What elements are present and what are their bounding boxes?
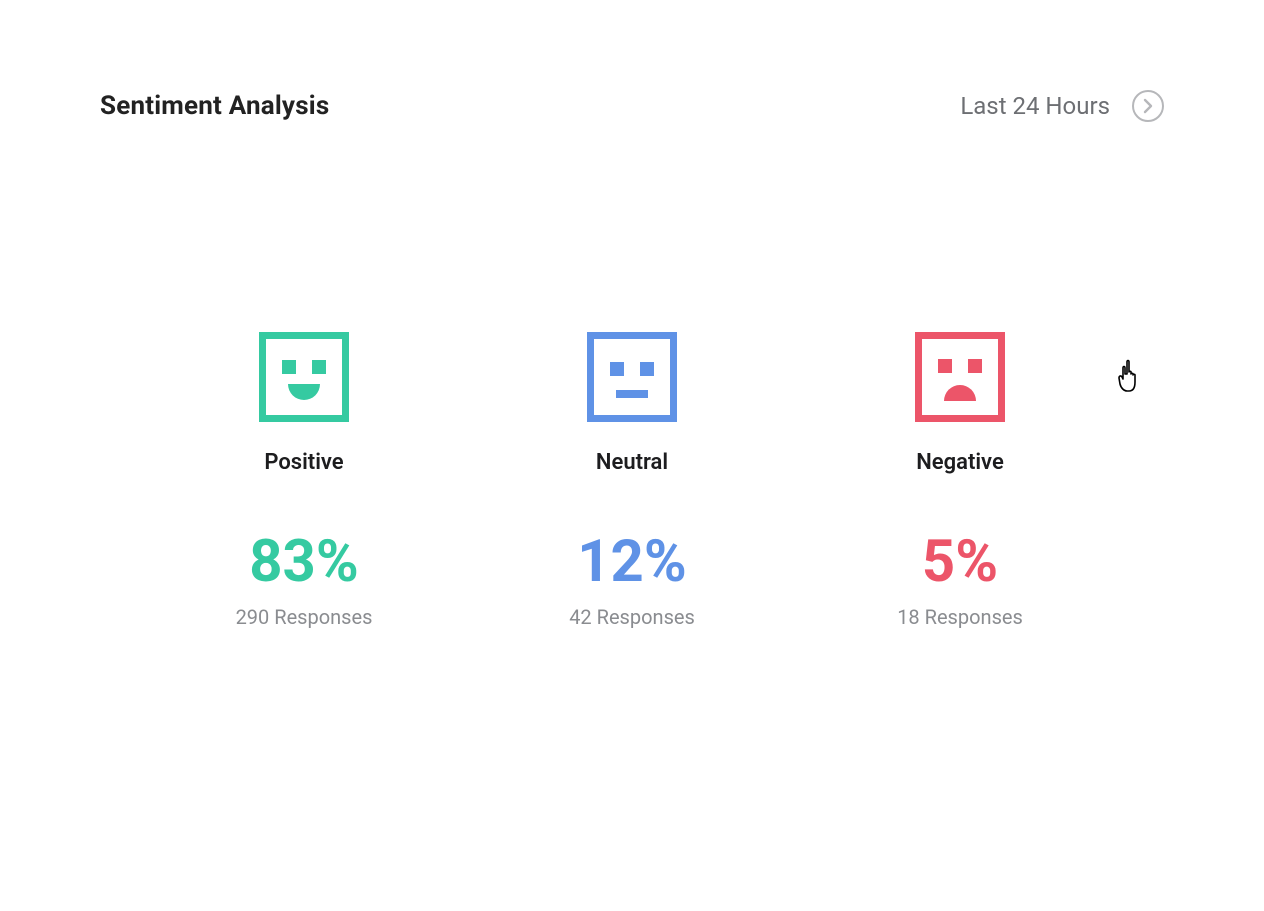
neutral-face-icon <box>587 332 677 422</box>
sentiment-metric-neutral[interactable]: Neutral 12% 42 Responses <box>492 332 772 629</box>
sentiment-label: Negative <box>916 450 1004 475</box>
sentiment-label: Neutral <box>596 450 668 475</box>
smile-face-icon <box>259 332 349 422</box>
frown-face-icon <box>915 332 1005 422</box>
sentiment-percent: 12% <box>577 533 686 591</box>
time-range-label: Last 24 Hours <box>960 92 1110 120</box>
sentiment-responses: 42 Responses <box>569 605 695 629</box>
card-header: Sentiment Analysis Last 24 Hours <box>100 90 1164 122</box>
sentiment-metrics-row: Positive 83% 290 Responses Neutral 12% 4… <box>100 332 1164 629</box>
sentiment-analysis-card: Sentiment Analysis Last 24 Hours Positiv… <box>0 0 1264 911</box>
sentiment-label: Positive <box>264 450 343 475</box>
sentiment-metric-negative[interactable]: Negative 5% 18 Responses <box>820 332 1100 629</box>
sentiment-responses: 290 Responses <box>236 605 373 629</box>
time-range-group: Last 24 Hours <box>960 90 1164 122</box>
sentiment-responses: 18 Responses <box>897 605 1023 629</box>
time-range-next-button[interactable] <box>1132 90 1164 122</box>
sentiment-percent: 83% <box>249 533 358 591</box>
sentiment-percent: 5% <box>922 533 998 591</box>
chevron-right-icon <box>1142 98 1154 114</box>
card-title: Sentiment Analysis <box>100 91 329 121</box>
sentiment-metric-positive[interactable]: Positive 83% 290 Responses <box>164 332 444 629</box>
